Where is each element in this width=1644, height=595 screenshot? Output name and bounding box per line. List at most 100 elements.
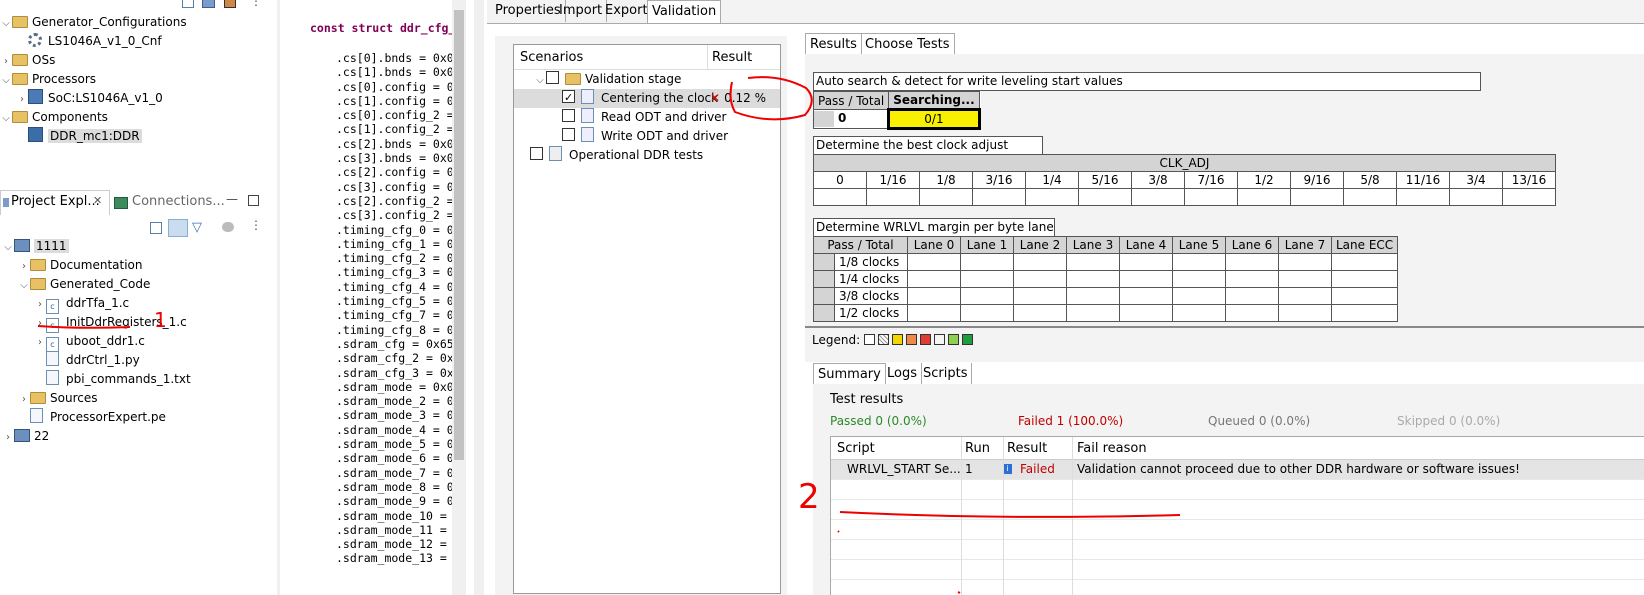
chevron-right-icon[interactable]: › — [34, 295, 46, 314]
scenario-checkbox[interactable] — [562, 109, 575, 122]
test-icon — [581, 108, 597, 123]
chevron-right-icon[interactable]: › — [18, 257, 30, 276]
results-column-header[interactable]: Run — [965, 441, 990, 456]
test-results-table[interactable]: Script Run Result Fail reason WRLVL_START S… — [830, 436, 1644, 595]
component-add-icon[interactable] — [224, 0, 236, 8]
wrlvl-cell — [907, 287, 961, 305]
result-column-header[interactable]: Result — [712, 50, 752, 65]
chevron-right-icon[interactable]: › — [16, 90, 28, 109]
tree-item[interactable]: › OSs — [0, 51, 55, 70]
chevron-right-icon[interactable]: › — [0, 52, 12, 71]
wrlvl-cell — [1330, 270, 1399, 288]
code-line: .timing_cfg_8 = 0 — [336, 322, 454, 337]
tab-results[interactable]: Results — [805, 33, 862, 55]
code-line: .cs[2].config = 0 — [336, 165, 454, 180]
close-tab-icon[interactable]: ✕ — [93, 194, 102, 207]
tree-item[interactable]: ⌵ Generated_Code — [18, 275, 150, 294]
component-icon — [28, 127, 44, 142]
chevron-down-icon[interactable]: ⌵ — [2, 238, 14, 257]
scenario-row[interactable]: Write ODT and driver — [514, 127, 780, 146]
test-results-title: Test results — [830, 392, 904, 407]
chevron-down-icon[interactable]: ⌵ — [0, 71, 12, 90]
code-line: .sdram_mode_3 = 0 — [336, 408, 454, 423]
chevron-down-icon[interactable]: ⌵ — [534, 71, 546, 90]
code-editor[interactable]: const struct ddr_cfg_ .cs[0].bnds = 0x0.… — [298, 0, 466, 595]
scenario-row[interactable]: ⌵ Validation stage — [514, 70, 780, 89]
scenario-checkbox[interactable] — [562, 128, 575, 141]
tree-item[interactable]: LS1046A_v1_0_Cnf — [16, 32, 162, 51]
tree-item[interactable]: › Documentation — [18, 256, 143, 275]
scrollbar-thumb[interactable] — [454, 10, 464, 460]
tree-item[interactable]: › c uboot_ddr1.c — [34, 332, 145, 352]
results-column-header[interactable]: Script — [837, 441, 875, 456]
chevron-down-icon[interactable]: ⌵ — [0, 109, 12, 128]
scenario-row[interactable]: Operational DDR tests — [514, 146, 780, 165]
scenario-row[interactable]: Read ODT and driver — [514, 108, 780, 127]
scenario-label: Centering the clock — [601, 91, 719, 105]
failed-count: Failed 1 (100.0%) — [1018, 414, 1124, 428]
tab-summary[interactable]: Summary — [813, 363, 886, 385]
scenario-checkbox[interactable] — [530, 147, 543, 160]
tab-import[interactable]: Import — [555, 0, 608, 22]
components-tree-panel: ⋮ ⌵ Generator_Configurations LS1046A_v1_0_… — [0, 0, 276, 150]
tree-item[interactable]: › SoC:LS1046A_v1_0 — [16, 89, 163, 108]
column-line — [961, 437, 962, 595]
tree-item[interactable]: › 22 — [2, 427, 49, 446]
tree-item[interactable]: ⌵ Components — [0, 108, 108, 127]
build-icon[interactable] — [222, 222, 234, 232]
link-with-editor-icon[interactable] — [168, 219, 188, 237]
code-line: .sdram_cfg_3 = 0x — [336, 365, 454, 380]
results-column-header[interactable]: Fail reason — [1077, 441, 1147, 456]
scenario-checkbox[interactable] — [562, 88, 575, 107]
column-line — [1072, 437, 1073, 595]
tree-item[interactable]: pbi_commands_1.txt — [34, 370, 191, 389]
editor-tab-bar: Properties Import Export Validation — [487, 0, 1644, 24]
view-menu-icon[interactable]: ⋮ — [250, 218, 262, 232]
row-line — [831, 479, 1644, 480]
results-cell-result: Failed — [1020, 462, 1055, 476]
c-file-icon: c — [46, 315, 62, 333]
tree-toolbar: ⋮ — [180, 0, 262, 12]
scenario-checkbox[interactable] — [546, 71, 559, 84]
results-column-header[interactable]: Result — [1007, 441, 1047, 456]
collapse-all-icon[interactable] — [150, 222, 162, 234]
new-icon[interactable] — [202, 0, 215, 8]
tree-item[interactable]: › c InitDdrRegisters_1.c — [34, 313, 187, 333]
tree-item[interactable]: ⌵ Generator_Configurations — [0, 13, 186, 33]
scenarios-tree[interactable]: Scenarios Result ⌵ Validation stage Center… — [513, 44, 781, 594]
table-row[interactable]: WRLVL_START Se... 1 i Failed Validation cann… — [831, 460, 1644, 479]
panel-divider[interactable] — [277, 0, 280, 595]
chevron-down-icon[interactable]: ⌵ — [0, 14, 12, 33]
tree-item[interactable]: › Sources — [18, 389, 97, 408]
filter-icon[interactable]: ▽ — [192, 220, 202, 235]
minimize-icon[interactable]: — — [226, 192, 238, 206]
scenarios-panel: Scenarios Result ⌵ Validation stage Center… — [495, 36, 787, 595]
tree-item-label: ddrTfa_1.c — [66, 296, 130, 310]
tree-item[interactable]: ProcessorExpert.pe — [18, 408, 166, 427]
scenario-row[interactable]: Centering the clock✕0.12 % — [514, 88, 780, 108]
tree-item[interactable]: ⌵ Processors — [0, 70, 96, 89]
tab-choose-tests[interactable]: Choose Tests — [861, 33, 955, 55]
tab-export[interactable]: Export — [601, 0, 653, 22]
tab-validation[interactable]: Validation — [647, 0, 722, 23]
chevron-right-icon[interactable]: › — [2, 428, 14, 447]
row-line — [831, 579, 1644, 580]
tree-item[interactable]: ddrCtrl_1.py — [34, 351, 140, 370]
chevron-down-icon[interactable]: ⌵ — [18, 276, 30, 295]
chevron-right-icon[interactable]: › — [34, 314, 46, 333]
chevron-right-icon[interactable]: › — [18, 390, 30, 409]
tab-scripts[interactable]: Scripts — [919, 363, 973, 384]
code-line: .timing_cfg_5 = 0 — [336, 294, 454, 309]
maximize-icon[interactable] — [248, 195, 259, 206]
tree-item[interactable]: DDR_mc1:DDR — [16, 127, 142, 146]
chevron-right-icon[interactable]: › — [34, 333, 46, 352]
project-explorer-tab[interactable]: Project Expl... ✕ — [0, 190, 110, 215]
view-menu-icon[interactable]: ⋮ — [250, 0, 262, 8]
tree-item[interactable]: › c ddrTfa_1.c — [34, 294, 130, 314]
editor-scrollbar[interactable] — [452, 0, 466, 595]
collapse-all-icon[interactable] — [182, 0, 194, 8]
tab-logs[interactable]: Logs — [883, 363, 922, 384]
scenarios-column-header[interactable]: Scenarios — [520, 50, 583, 65]
wrlvl-cell — [1119, 304, 1173, 322]
tree-item[interactable]: ⌵ 1111 — [2, 237, 69, 256]
